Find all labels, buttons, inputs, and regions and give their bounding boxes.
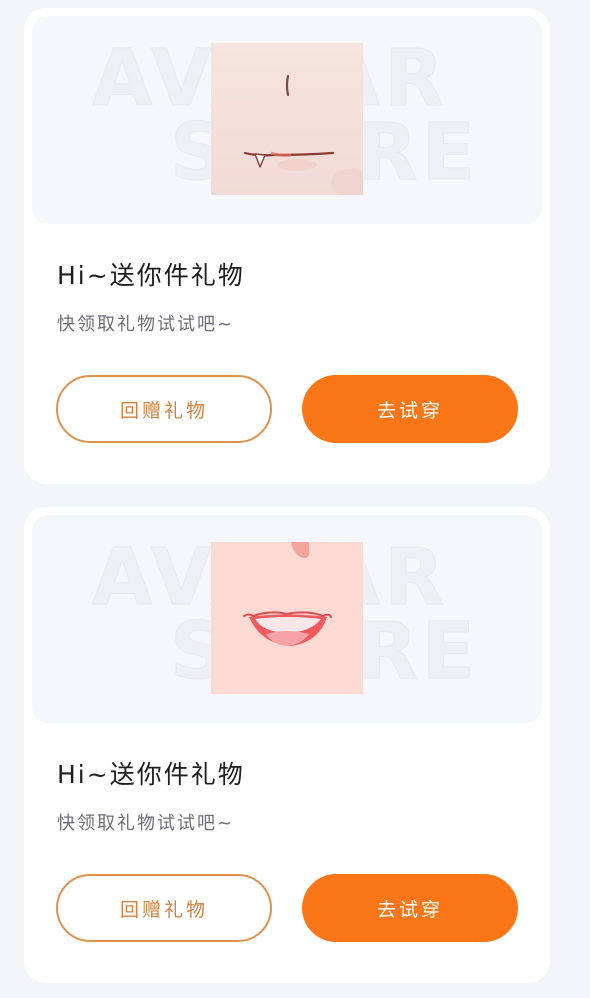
card-title: Hi~送你件礼物 bbox=[57, 760, 245, 789]
mouth-item-thumbnail[interactable] bbox=[211, 43, 363, 195]
item-preview: AVATAR STORE bbox=[32, 515, 542, 723]
card-title: Hi~送你件礼物 bbox=[57, 261, 245, 290]
gift-card: AVATAR STORE Hi~送你件礼物 快领取礼物试试吧~ 回赠礼物 去试穿 bbox=[24, 8, 550, 484]
try-on-button[interactable]: 去试穿 bbox=[302, 375, 518, 443]
return-gift-button[interactable]: 回赠礼物 bbox=[56, 874, 272, 942]
mouth-item-thumbnail[interactable] bbox=[211, 542, 363, 694]
gift-card: AVATAR STORE Hi~送你件礼物 快领取礼物试试吧~ 回赠礼物 去试穿 bbox=[24, 507, 550, 983]
item-preview: AVATAR STORE bbox=[32, 16, 542, 224]
return-gift-button[interactable]: 回赠礼物 bbox=[56, 375, 272, 443]
card-subtitle: 快领取礼物试试吧~ bbox=[57, 813, 235, 834]
card-subtitle: 快领取礼物试试吧~ bbox=[57, 314, 235, 335]
try-on-button[interactable]: 去试穿 bbox=[302, 874, 518, 942]
